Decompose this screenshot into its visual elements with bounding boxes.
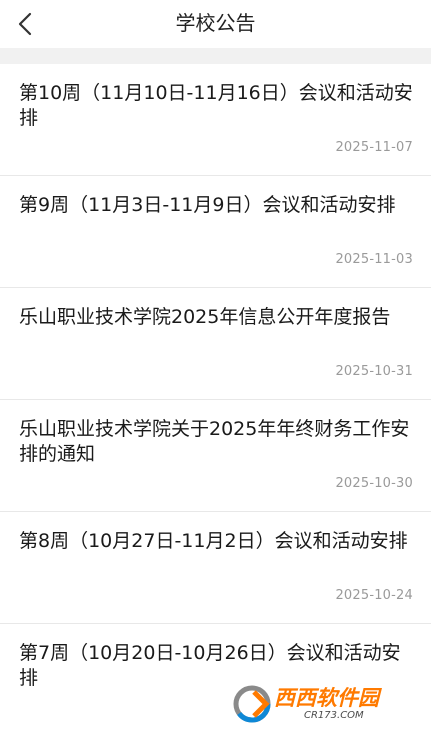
- notice-title: 第8周（10月27日-11月2日）会议和活动安排: [19, 530, 408, 552]
- notice-title: 乐山职业技术学院2025年信息公开年度报告: [19, 306, 391, 328]
- notice-date: 2025-11-03: [335, 252, 413, 267]
- notice-list: 第10周（11月10日-11月16日）会议和活动安排 2025-11-07 第9…: [0, 64, 431, 733]
- notice-date: 2025-10-24: [335, 588, 413, 603]
- notice-item[interactable]: 乐山职业技术学院关于2025年年终财务工作安排的通知 2025-10-30: [0, 400, 431, 512]
- notice-date: 2025-11-07: [335, 140, 413, 155]
- notice-item[interactable]: 第8周（10月27日-11月2日）会议和活动安排 2025-10-24: [0, 512, 431, 624]
- notice-item[interactable]: 乐山职业技术学院2025年信息公开年度报告 2025-10-31: [0, 288, 431, 400]
- page-title: 学校公告: [175, 11, 256, 35]
- header-divider: [0, 48, 431, 64]
- notice-item[interactable]: 第7周（10月20日-10月26日）会议和活动安排: [0, 624, 431, 733]
- page: 学校公告 第10周（11月10日-11月16日）会议和活动安排 2025-11-…: [0, 0, 431, 733]
- app-header: 学校公告: [0, 0, 431, 48]
- notice-title: 第7周（10月20日-10月26日）会议和活动安排: [19, 642, 401, 689]
- notice-date: 2025-10-30: [335, 476, 413, 491]
- notice-title: 第10周（11月10日-11月16日）会议和活动安排: [19, 82, 413, 129]
- notice-date: 2025-10-31: [335, 364, 413, 379]
- notice-item[interactable]: 第10周（11月10日-11月16日）会议和活动安排 2025-11-07: [0, 64, 431, 176]
- notice-item[interactable]: 第9周（11月3日-11月9日）会议和活动安排 2025-11-03: [0, 176, 431, 288]
- notice-title: 第9周（11月3日-11月9日）会议和活动安排: [19, 194, 396, 216]
- notice-title: 乐山职业技术学院关于2025年年终财务工作安排的通知: [19, 418, 410, 465]
